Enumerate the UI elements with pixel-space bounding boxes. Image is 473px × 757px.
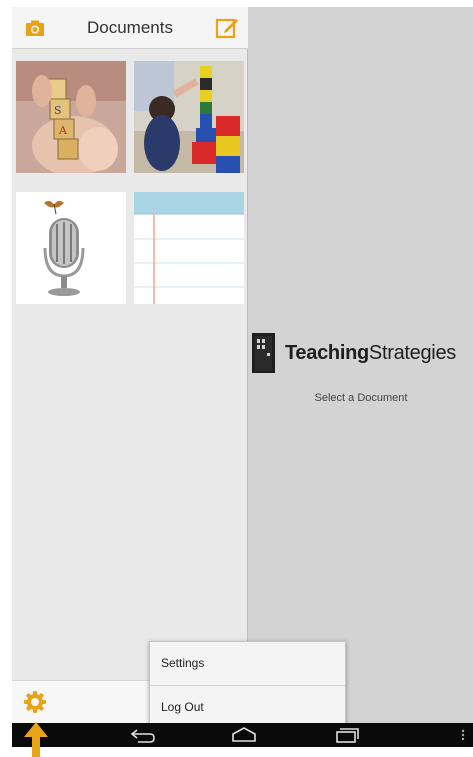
- overflow-menu-icon[interactable]: [459, 726, 467, 744]
- documents-panel: Documents S A: [12, 7, 248, 723]
- document-detail-pane: TeachingStrategies Select a Document: [249, 7, 473, 723]
- gear-icon[interactable]: [23, 690, 47, 714]
- system-navigation-bar: [12, 723, 473, 747]
- empty-state-message: Select a Document: [314, 392, 408, 404]
- document-thumbnail-photo-2[interactable]: [134, 61, 244, 173]
- brand-name-bold: Teaching: [285, 342, 369, 364]
- brand-logo: TeachingStrategies: [251, 333, 473, 373]
- brand-name-regular: Strategies: [368, 342, 456, 364]
- recent-apps-icon[interactable]: [334, 726, 360, 744]
- tablet-screen: Documents S A TeachingStrategies Select …: [12, 7, 473, 747]
- svg-text:S: S: [54, 104, 62, 117]
- page-title: Documents: [87, 18, 173, 37]
- menu-item-settings[interactable]: Settings: [150, 642, 345, 685]
- svg-text:A: A: [58, 124, 68, 137]
- document-thumbnail-audio[interactable]: [16, 192, 126, 304]
- settings-popup-menu: Settings Log Out: [149, 641, 346, 729]
- document-thumbnail-photo-1[interactable]: S A: [16, 61, 126, 173]
- home-icon[interactable]: [230, 726, 258, 744]
- brand-name: TeachingStrategies: [285, 342, 456, 365]
- door-logo-icon: [251, 333, 276, 373]
- documents-header: Documents: [12, 7, 248, 49]
- document-thumbnail-note[interactable]: [134, 192, 244, 304]
- arrow-up-icon: [24, 722, 48, 757]
- back-icon[interactable]: [128, 726, 158, 744]
- compose-icon[interactable]: [215, 16, 239, 40]
